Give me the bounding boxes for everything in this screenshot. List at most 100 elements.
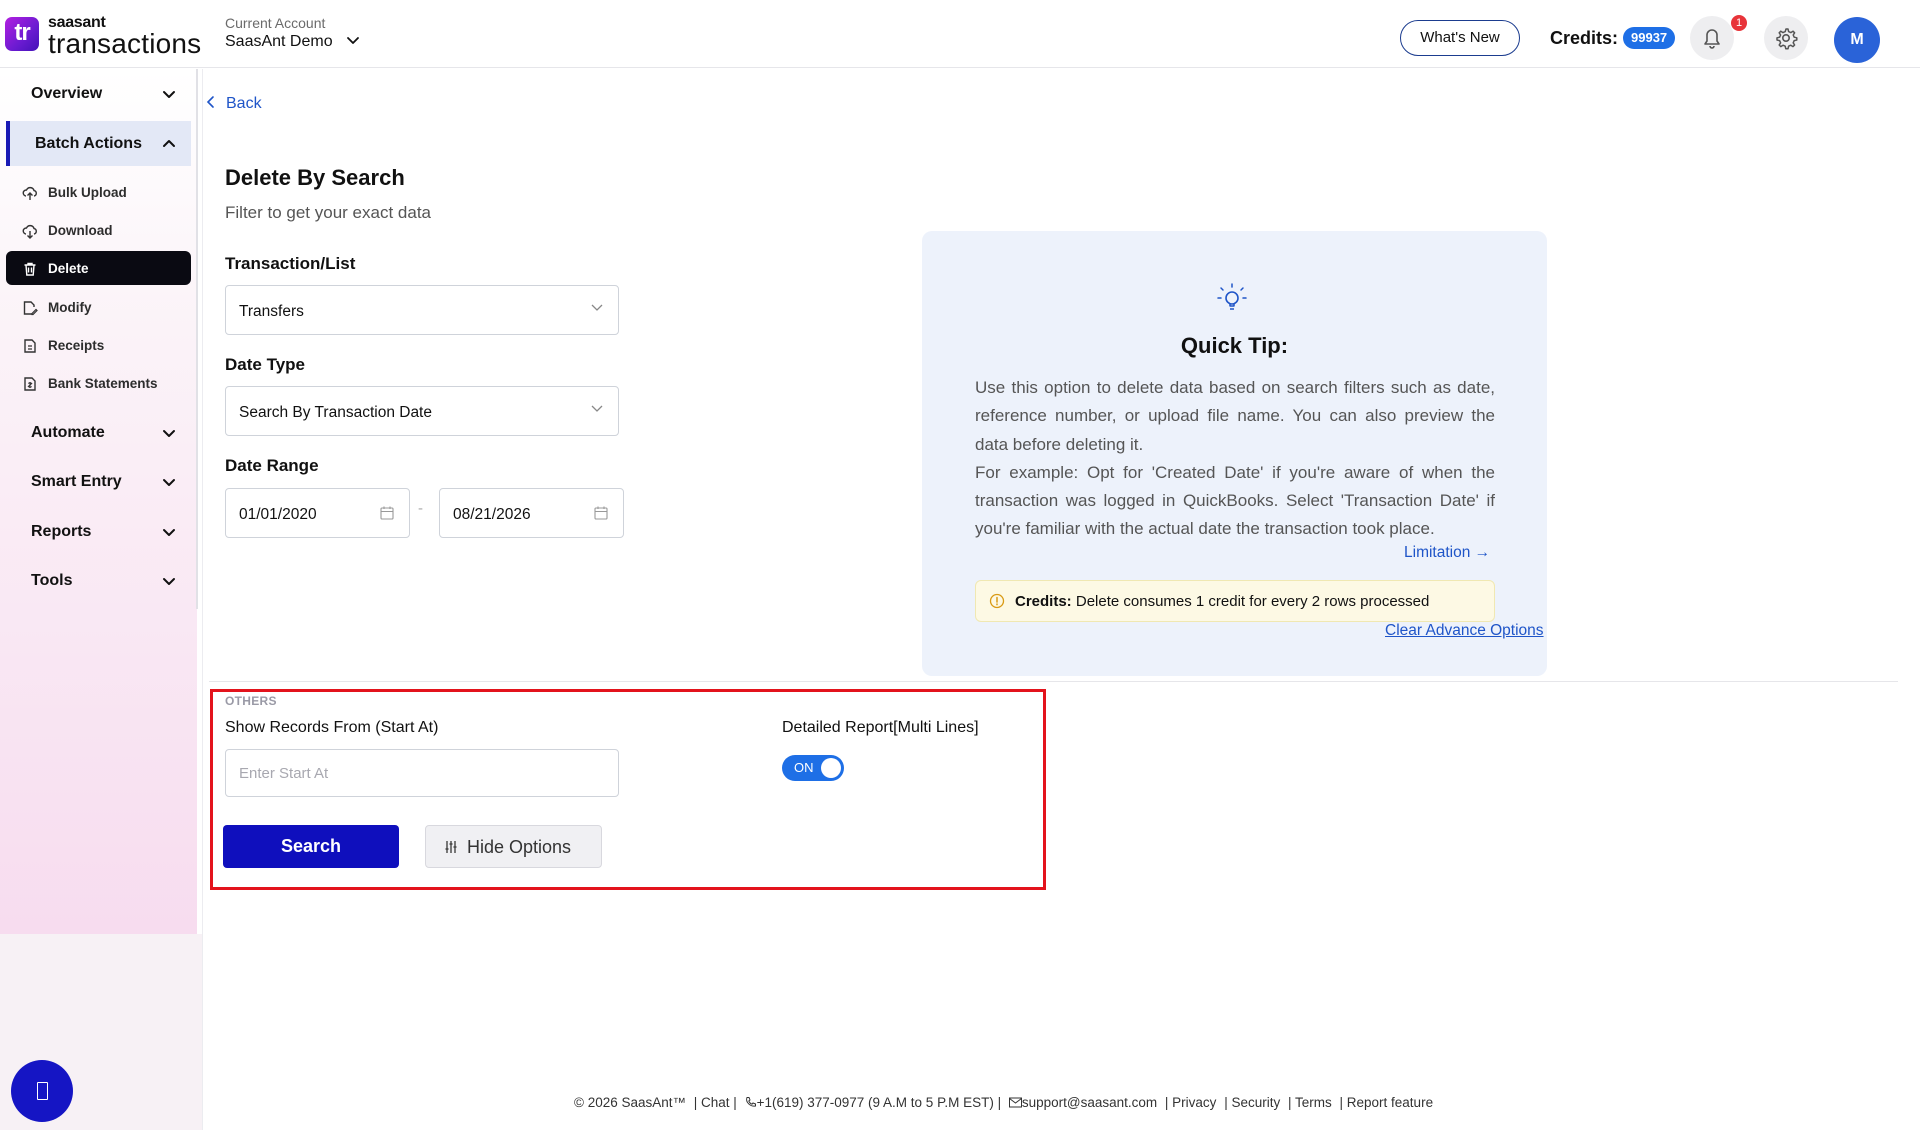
chevron-down-icon — [163, 578, 175, 585]
back-label: Back — [226, 95, 262, 112]
account-label: Current Account — [225, 15, 326, 31]
footer-phone[interactable]: +1(619) 377-0977 (9 A.M to 5 P.M EST) | — [757, 1095, 1002, 1110]
chevron-down-icon — [163, 479, 175, 486]
sidebar-item-label: Receipts — [48, 338, 105, 353]
credits-info-note: Credits: Delete consumes 1 credit for ev… — [975, 580, 1495, 622]
chevron-left-icon — [206, 96, 214, 108]
calendar-icon[interactable] — [593, 505, 609, 521]
phone-icon — [745, 1097, 756, 1107]
chevron-up-icon — [163, 140, 175, 147]
date-type-select[interactable]: Search By Transaction Date — [225, 386, 619, 436]
mail-icon — [1008, 1097, 1022, 1108]
date-range-separator: - — [418, 500, 423, 517]
toggle-state-text: ON — [794, 760, 814, 775]
quick-tip-paragraph: Use this option to delete data based on … — [975, 378, 1495, 454]
settings-button[interactable] — [1764, 16, 1808, 60]
transaction-list-label: Transaction/List — [225, 254, 356, 273]
chevron-down-icon — [591, 304, 603, 311]
transaction-list-select[interactable]: Transfers — [225, 285, 619, 335]
quick-tip-title: Quick Tip: — [1180, 333, 1289, 358]
user-avatar[interactable]: M — [1834, 17, 1880, 63]
nav-group-automate[interactable]: Automate — [6, 415, 191, 449]
quick-tip-body: Use this option to delete data based on … — [975, 374, 1495, 544]
date-type-label: Date Type — [225, 355, 305, 374]
sidebar-item-modify[interactable]: Modify — [6, 290, 191, 324]
sidebar-item-bulk-upload[interactable]: Bulk Upload — [6, 175, 191, 209]
page-subtitle: Filter to get your exact data — [225, 203, 431, 222]
search-button[interactable]: Search — [223, 825, 399, 868]
footer-report-link[interactable]: | Report feature — [1340, 1095, 1434, 1110]
sidebar-item-bank-statements[interactable]: Bank Statements — [6, 366, 191, 400]
calendar-icon[interactable] — [379, 505, 395, 521]
notifications-button[interactable] — [1690, 16, 1734, 60]
nav-group-label: Batch Actions — [35, 135, 142, 152]
others-section-label: OTHERS — [225, 694, 277, 708]
footer-chat-link[interactable]: | Chat | — [694, 1095, 737, 1110]
nav-group-tools[interactable]: Tools — [6, 563, 191, 597]
nav-group-smart-entry[interactable]: Smart Entry — [6, 464, 191, 498]
notification-count-badge: 1 — [1731, 15, 1747, 31]
limitation-link[interactable]: Limitation → — [1404, 544, 1490, 562]
page-footer: © 2026 SaasAnt™ | Chat | +1(619) 377-097… — [574, 1095, 1437, 1110]
detailed-report-toggle[interactable]: ON — [782, 755, 844, 781]
credits-info-label: Credits: — [1015, 593, 1072, 610]
detailed-report-label: Detailed Report[Multi Lines] — [782, 719, 979, 736]
footer-security-link[interactable]: | Security — [1224, 1095, 1280, 1110]
lightbulb-icon — [1217, 283, 1247, 310]
date-range-label: Date Range — [225, 456, 319, 475]
help-chat-button[interactable] — [11, 1060, 73, 1122]
credits-badge: 99937 — [1623, 27, 1676, 49]
sliders-icon — [445, 841, 457, 853]
nav-group-label: Smart Entry — [31, 473, 122, 490]
logo-product: transactions — [48, 28, 202, 59]
sidebar-item-delete[interactable]: Delete — [6, 251, 191, 285]
chevron-down-icon — [163, 430, 175, 437]
start-at-input[interactable] — [225, 749, 619, 797]
sidebar-item-label: Delete — [48, 261, 89, 276]
sidebar-item-label: Bulk Upload — [48, 185, 127, 200]
footer-copyright: © 2026 SaasAnt™ — [574, 1095, 687, 1110]
back-link[interactable]: Back — [206, 95, 262, 113]
quick-tip-paragraph: For example: Opt for 'Created Date' if y… — [975, 462, 1495, 539]
credits-info-message: Delete consumes 1 credit for every 2 row… — [1071, 593, 1430, 610]
nav-group-label: Overview — [31, 85, 103, 102]
toggle-knob — [821, 758, 841, 778]
nav-group-reports[interactable]: Reports — [6, 514, 191, 548]
hide-options-button[interactable]: Hide Options — [425, 825, 602, 868]
hide-options-label: Hide Options — [467, 837, 572, 857]
bell-icon — [1704, 29, 1720, 49]
whats-new-button[interactable]: What's New — [1400, 20, 1520, 56]
clear-advance-options-link[interactable]: Clear Advance Options — [1385, 622, 1544, 640]
app-header: tr saasant transactions Current Account … — [0, 0, 1920, 68]
sidebar-item-label: Modify — [48, 300, 92, 315]
account-selector[interactable]: SaasAnt Demo — [225, 33, 333, 51]
select-value: Search By Transaction Date — [239, 404, 432, 421]
chat-icon — [37, 1082, 48, 1100]
sidebar-item-label: Bank Statements — [48, 376, 158, 391]
sidebar-scrollbar[interactable] — [196, 69, 198, 609]
nav-group-overview[interactable]: Overview — [6, 76, 191, 110]
trash-icon — [24, 262, 36, 276]
sidebar-item-download[interactable]: Download — [6, 213, 191, 247]
logo-mark[interactable]: tr — [5, 17, 39, 51]
info-circle-icon — [989, 593, 1005, 609]
footer-terms-link[interactable]: | Terms — [1288, 1095, 1332, 1110]
date-from-input[interactable]: 01/01/2020 — [225, 488, 410, 538]
section-divider — [209, 681, 1898, 682]
sidebar-item-receipts[interactable]: Receipts — [6, 328, 191, 362]
footer-privacy-link[interactable]: | Privacy — [1165, 1095, 1217, 1110]
sidebar-divider — [202, 69, 203, 1130]
date-to-input[interactable]: 08/21/2026 — [439, 488, 624, 538]
nav-group-label: Tools — [31, 572, 73, 589]
gear-icon — [1776, 28, 1798, 50]
nav-group-label: Reports — [31, 523, 92, 540]
select-value: Transfers — [239, 303, 304, 320]
chevron-down-icon[interactable] — [345, 32, 361, 48]
chevron-down-icon — [163, 91, 175, 98]
cloud-upload-icon — [22, 186, 37, 200]
start-at-label: Show Records From (Start At) — [225, 719, 439, 736]
nav-group-batch-actions[interactable]: Batch Actions — [6, 121, 191, 166]
cloud-download-icon — [22, 224, 37, 239]
chevron-down-icon — [591, 405, 603, 412]
footer-email[interactable]: support@saasant.com — [1022, 1095, 1157, 1110]
